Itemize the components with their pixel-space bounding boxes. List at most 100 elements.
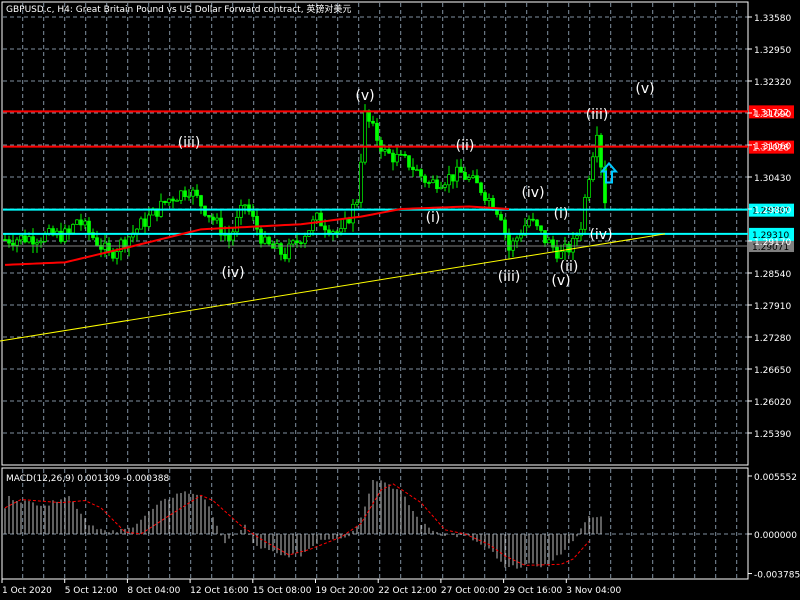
wave-label: (ii) xyxy=(456,138,475,154)
candle-body xyxy=(383,149,387,152)
candle-body xyxy=(227,234,231,241)
candle-body xyxy=(163,200,167,204)
wave-label: (v) xyxy=(355,88,374,104)
time-tick-label: 8 Oct 04:00 xyxy=(127,586,180,596)
time-tick-label: 22 Oct 12:00 xyxy=(378,586,437,596)
price-tick-label: 1.31060 xyxy=(754,142,791,152)
candle-body xyxy=(167,198,171,204)
candle-body xyxy=(171,198,175,202)
chart-title: GBPUSD.c, H4: Great Britain Pound vs US … xyxy=(6,3,351,15)
candle-body xyxy=(403,154,407,157)
candle-body xyxy=(339,228,343,233)
candle-body xyxy=(531,218,535,221)
candle-body xyxy=(311,219,315,231)
price-tick-label: 1.31690 xyxy=(754,110,791,120)
candle-body xyxy=(535,219,539,227)
candle-body xyxy=(31,236,35,245)
macd-tick-label: -0.003785 xyxy=(754,571,800,581)
candle-body xyxy=(183,190,187,198)
candle-body xyxy=(107,242,111,252)
candle-body xyxy=(375,122,379,141)
time-tick-label: 3 Nov 04:00 xyxy=(566,586,621,596)
candle-body xyxy=(215,217,219,221)
candle-body xyxy=(419,169,423,177)
wave-label: (iii) xyxy=(498,269,521,285)
time-tick-label: 5 Oct 12:00 xyxy=(65,586,118,596)
candle-body xyxy=(435,179,439,190)
candle-body xyxy=(219,217,223,236)
price-tick-label: 1.28540 xyxy=(754,270,791,280)
candle-body xyxy=(555,246,559,259)
candle-body xyxy=(203,205,207,216)
candle-body xyxy=(487,197,491,201)
price-tick-label: 1.26020 xyxy=(754,398,791,408)
candle-body xyxy=(143,218,147,227)
candle-body xyxy=(335,231,339,234)
candle-body xyxy=(71,224,75,234)
price-tick-label: 1.26650 xyxy=(754,366,791,376)
candle-body xyxy=(471,175,475,178)
candle-body xyxy=(351,203,355,224)
candle-body xyxy=(239,204,243,218)
candle-body xyxy=(15,239,19,246)
candle-body xyxy=(347,218,351,224)
candle-body xyxy=(315,212,319,221)
candle-body xyxy=(411,166,415,171)
time-tick-label: 27 Oct 00:00 xyxy=(441,586,500,596)
candle-body xyxy=(447,174,451,186)
candle-body xyxy=(251,210,255,217)
candle-body xyxy=(319,212,323,227)
price-tick-label: 1.25390 xyxy=(754,430,791,440)
candle-body xyxy=(431,179,435,183)
candle-body xyxy=(459,166,463,173)
price-tick-label: 1.27910 xyxy=(754,302,791,312)
price-tick-label: 1.33580 xyxy=(754,14,791,24)
candle-body xyxy=(179,190,183,201)
macd-label: MACD(12,26,9) 0.001309 -0.000388 xyxy=(6,474,169,484)
price-chart[interactable]: 1.290711.317221.310281.297871.29310 (v)(… xyxy=(0,0,800,600)
candle-body xyxy=(371,120,375,124)
candle-body xyxy=(295,240,299,243)
candle-body xyxy=(75,219,79,225)
candle-body xyxy=(483,192,487,201)
candle-body xyxy=(499,214,503,221)
price-tick-label: 1.27280 xyxy=(754,334,791,344)
macd-tick-label: 0.000000 xyxy=(754,531,797,541)
wave-label: (iv) xyxy=(589,227,612,243)
time-tick-label: 12 Oct 16:00 xyxy=(190,586,249,596)
price-tick-label: 1.29800 xyxy=(754,206,791,216)
price-tick-label: 1.30430 xyxy=(754,174,791,184)
candle-body xyxy=(147,214,151,227)
candle-body xyxy=(195,189,199,196)
candle-body xyxy=(23,235,27,243)
candle-body xyxy=(475,175,479,184)
candle-body xyxy=(291,240,295,245)
candle-body xyxy=(139,218,143,230)
candle-body xyxy=(391,152,395,163)
candle-body xyxy=(467,177,471,180)
candle-body xyxy=(359,161,363,203)
candle-body xyxy=(7,239,11,244)
candle-body xyxy=(543,230,547,244)
candle-body xyxy=(583,197,587,230)
candle-body xyxy=(267,236,271,245)
candle-body xyxy=(387,149,391,154)
candle-body xyxy=(599,134,603,168)
wave-label: (v) xyxy=(551,273,570,289)
macd-tick-label: 0.005552 xyxy=(754,473,797,483)
candle-body xyxy=(35,242,39,245)
candle-body xyxy=(59,230,63,242)
candle-body xyxy=(279,243,283,255)
candle-body xyxy=(395,153,399,163)
candle-body xyxy=(39,241,43,244)
candle-body xyxy=(199,195,203,207)
candle-body xyxy=(495,209,499,215)
candle-body xyxy=(187,195,191,198)
candle-body xyxy=(243,204,247,207)
time-tick-label: 1 Oct 2020 xyxy=(2,586,52,596)
candle-body xyxy=(539,225,543,231)
candle-body xyxy=(567,243,571,253)
wave-label: (iv) xyxy=(221,265,244,281)
time-tick-label: 19 Oct 20:00 xyxy=(316,586,375,596)
wave-label: (iii) xyxy=(586,107,609,123)
